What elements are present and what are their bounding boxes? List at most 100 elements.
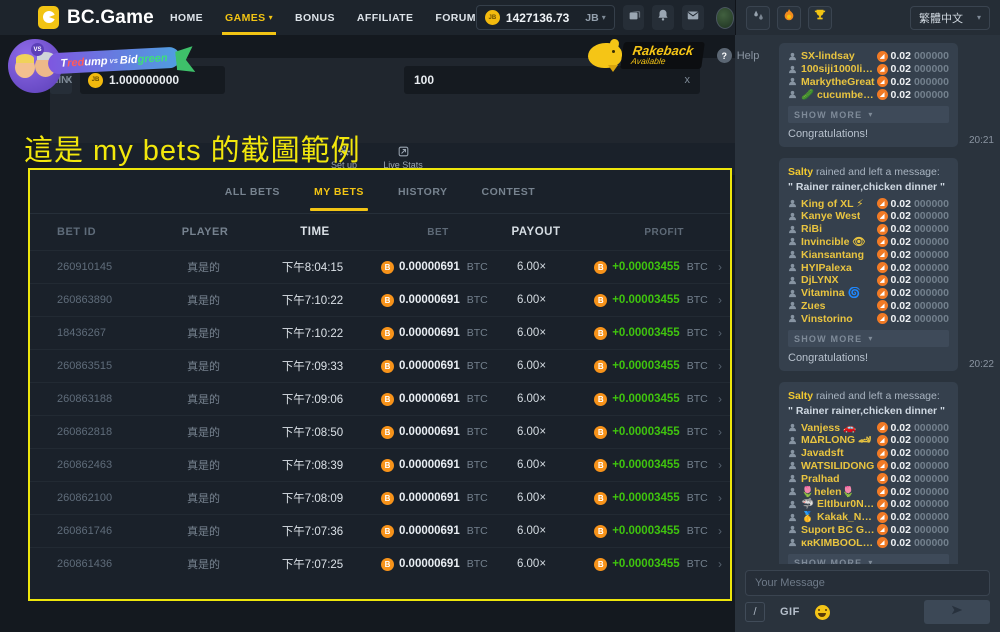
nav-menu-item[interactable]: AFFILIATE — [357, 0, 413, 35]
rain-recipient-row[interactable]: Kiansantang 0.02 000000 — [788, 248, 949, 261]
emoji-picker-button[interactable] — [815, 605, 830, 620]
hot-games-button[interactable] — [777, 6, 801, 30]
row-chevron-icon[interactable]: › — [718, 425, 730, 439]
rain-recipient-row[interactable]: Vanjess 🚗 0.02 000000 — [788, 421, 949, 434]
nav-menu-item[interactable]: FORUM — [435, 0, 476, 35]
recipient-name[interactable]: SX-lindsay — [801, 50, 855, 62]
bet-row[interactable]: 260863188 真是的 下午7:09:06 B 0.00000691 BTC… — [30, 382, 730, 415]
rain-recipient-row[interactable]: Vinstorino 0.02 000000 — [788, 312, 949, 325]
rain-recipient-row[interactable]: 🥒 cucumber 🥒 0.02 000000 — [788, 88, 949, 101]
rakeback-widget[interactable]: Rakeback Available ? Help — [588, 39, 759, 72]
recipient-name[interactable]: Pralhad — [801, 473, 840, 485]
rain-recipient-row[interactable]: Invincible 👁 0.02 000000 — [788, 236, 949, 249]
rain-recipient-row[interactable]: HYIPalexa 0.02 000000 — [788, 261, 949, 274]
bets-tab[interactable]: MY BETS — [314, 186, 364, 198]
bet-row[interactable]: 260910145 真是的 下午8:04:15 B 0.00000691 BTC… — [30, 250, 730, 283]
recipient-name[interactable]: 100siji1000limo — [801, 63, 877, 75]
row-chevron-icon[interactable]: › — [718, 326, 730, 340]
recipient-name[interactable]: RiBi — [801, 223, 822, 235]
row-chevron-icon[interactable]: › — [718, 491, 730, 505]
rain-recipient-row[interactable]: Kanye West 0.02 000000 — [788, 210, 949, 223]
recipient-name[interactable]: 🌷helen🌷 — [801, 486, 855, 498]
rain-recipient-row[interactable]: 100siji1000limo 0.02 000000 — [788, 63, 949, 76]
brand-title[interactable]: BC.Game — [67, 7, 154, 29]
nav-menu-item[interactable]: BONUS — [295, 0, 335, 35]
show-more-button[interactable]: SHOW MORE ▾ — [788, 554, 949, 564]
help-button[interactable]: ? Help — [717, 48, 760, 63]
contest-button[interactable] — [808, 6, 832, 30]
language-selector[interactable]: 繁體中文 ▾ — [910, 6, 990, 30]
live-stats-button[interactable]: Live Stats — [372, 146, 434, 170]
show-more-button[interactable]: SHOW MORE ▾ — [788, 330, 949, 347]
rain-recipient-row[interactable]: ᴋʀKIMBOOLOOK 0.02 000000 — [788, 536, 949, 549]
rain-recipient-row[interactable]: Vitamina 🌀 0.02 000000 — [788, 287, 949, 300]
recipient-name[interactable]: Invincible 👁 — [801, 236, 866, 248]
row-chevron-icon[interactable]: › — [718, 458, 730, 472]
rain-recipient-row[interactable]: Javadsft 0.02 000000 — [788, 447, 949, 460]
bet-row[interactable]: 260862463 真是的 下午7:08:39 B 0.00000691 BTC… — [30, 448, 730, 481]
rain-recipient-row[interactable]: 🦈 EltIbur0N 🌚 0.02 000000 — [788, 498, 949, 511]
recipient-name[interactable]: King of XL ⚡ — [801, 198, 864, 210]
vault-button[interactable] — [623, 5, 645, 30]
slash-commands-button[interactable]: / — [745, 602, 765, 622]
currency-selector[interactable]: JB ▾ — [575, 12, 605, 24]
show-more-button[interactable]: SHOW MORE ▾ — [788, 106, 949, 123]
rainer-name[interactable]: Salty — [788, 166, 813, 178]
row-chevron-icon[interactable]: › — [718, 524, 730, 538]
bet-row[interactable]: 260861746 真是的 下午7:07:36 B 0.00000691 BTC… — [30, 514, 730, 547]
recipient-name[interactable]: MΔRLONG 🏎 — [801, 434, 871, 446]
bet-row[interactable]: 260862818 真是的 下午7:08:50 B 0.00000691 BTC… — [30, 415, 730, 448]
recipient-name[interactable]: DjLYNX — [801, 274, 839, 286]
recipient-name[interactable]: Vitamina 🌀 — [801, 287, 861, 299]
rain-recipient-row[interactable]: MarkytheGreat 0.02 000000 — [788, 76, 949, 89]
bet-row[interactable]: 260862100 真是的 下午7:08:09 B 0.00000691 BTC… — [30, 481, 730, 514]
recipient-name[interactable]: Javadsft — [801, 447, 844, 459]
rain-recipient-row[interactable]: MΔRLONG 🏎 0.02 000000 — [788, 434, 949, 447]
bets-tab[interactable]: ALL BETS — [225, 186, 280, 198]
promo-badge[interactable]: VS TredumpvsBidgreen — [6, 35, 206, 115]
messages-button[interactable] — [682, 5, 704, 30]
recipient-name[interactable]: Kiansantang — [801, 249, 864, 261]
row-chevron-icon[interactable]: › — [718, 260, 730, 274]
recipient-name[interactable]: 🦈 EltIbur0N 🌚 — [801, 498, 877, 510]
bcgame-logo-icon[interactable] — [38, 6, 59, 29]
bets-tab[interactable]: HISTORY — [398, 186, 448, 198]
rain-recipient-row[interactable]: 🌷helen🌷 0.02 000000 — [788, 485, 949, 498]
recipient-name[interactable]: 🥇 Kakak_Nazwa... — [801, 511, 877, 523]
recipient-name[interactable]: HYIPalexa — [801, 262, 852, 274]
rain-recipient-row[interactable]: 🥇 Kakak_Nazwa... 0.02 000000 — [788, 511, 949, 524]
row-chevron-icon[interactable]: › — [718, 359, 730, 373]
balance-pill[interactable]: JB 1427136.73 JB ▾ — [476, 5, 615, 30]
recipient-name[interactable]: Vinstorino — [801, 313, 853, 325]
row-chevron-icon[interactable]: › — [718, 392, 730, 406]
rain-recipient-row[interactable]: King of XL ⚡ 0.02 000000 — [788, 197, 949, 210]
rain-recipient-row[interactable]: WATSILIDONG 0.02 000000 — [788, 460, 949, 473]
recipient-name[interactable]: Vanjess 🚗 — [801, 422, 856, 434]
nav-menu-item[interactable]: HOME — [170, 0, 203, 35]
rainer-name[interactable]: Salty — [788, 390, 813, 402]
bet-row[interactable]: 260861436 真是的 下午7:07:25 B 0.00000691 BTC… — [30, 547, 730, 580]
bet-row[interactable]: 260863515 真是的 下午7:09:33 B 0.00000691 BTC… — [30, 349, 730, 382]
row-chevron-icon[interactable]: › — [718, 557, 730, 571]
recipient-name[interactable]: ᴋʀKIMBOOLOOK — [801, 537, 877, 549]
bet-row[interactable]: 260863890 真是的 下午7:10:22 B 0.00000691 BTC… — [30, 283, 730, 316]
bet-row[interactable]: 18436267 真是的 下午7:10:22 B 0.00000691 BTC … — [30, 316, 730, 349]
send-message-button[interactable] — [924, 600, 990, 624]
recipient-name[interactable]: Kanye West — [801, 210, 860, 222]
rain-recipient-row[interactable]: RiBi 0.02 000000 — [788, 223, 949, 236]
recipient-name[interactable]: WATSILIDONG — [801, 460, 874, 472]
rain-recipient-row[interactable]: Suport BC Game 0.02 000000 — [788, 524, 949, 537]
rain-recipient-row[interactable]: Zues 0.02 000000 — [788, 300, 949, 313]
recipient-name[interactable]: Zues — [801, 300, 826, 312]
rain-recipient-row[interactable]: Pralhad 0.02 000000 — [788, 472, 949, 485]
notifications-button[interactable] — [652, 5, 674, 30]
rain-recipient-row[interactable]: SX-lindsay 0.02 000000 — [788, 50, 949, 63]
recipient-name[interactable]: MarkytheGreat — [801, 76, 875, 88]
recipient-name[interactable]: Suport BC Game — [801, 524, 877, 536]
rain-recipient-row[interactable]: DjLYNX 0.02 000000 — [788, 274, 949, 287]
row-chevron-icon[interactable]: › — [718, 293, 730, 307]
recipient-name[interactable]: 🥒 cucumber 🥒 — [801, 89, 877, 101]
rain-button[interactable] — [746, 6, 770, 30]
gif-button[interactable]: GIF — [780, 606, 800, 618]
bets-tab[interactable]: CONTEST — [482, 186, 536, 198]
